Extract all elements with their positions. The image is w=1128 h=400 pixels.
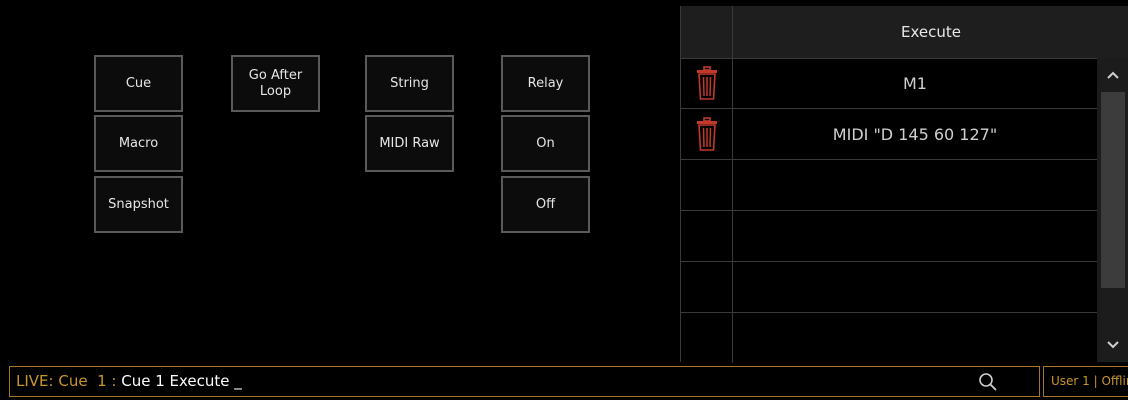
midi-raw-button[interactable]: MIDI Raw [365, 115, 454, 172]
row-command[interactable] [733, 313, 1097, 363]
off-button[interactable]: Off [501, 176, 590, 233]
empty-icon-cell [681, 313, 733, 363]
execute-column-header: Execute [901, 23, 961, 41]
macro-button[interactable]: Macro [94, 115, 183, 172]
delete-cell[interactable] [681, 109, 733, 159]
table-row[interactable] [681, 211, 1097, 262]
table-header: Execute [681, 6, 1128, 59]
trash-icon[interactable] [696, 117, 718, 151]
relay-button[interactable]: Relay [501, 55, 590, 112]
command-line-text[interactable]: LIVE: Cue 1 : Cue 1 Execute _ [16, 367, 242, 396]
cue-button[interactable]: Cue [94, 55, 183, 112]
command-line-prefix: LIVE: Cue 1 : [16, 372, 122, 390]
table-row[interactable] [681, 262, 1097, 313]
table-row[interactable] [681, 313, 1097, 364]
delete-cell[interactable] [681, 58, 733, 108]
chevron-up-icon[interactable] [1107, 71, 1119, 79]
trash-icon[interactable] [696, 66, 718, 100]
row-command[interactable] [733, 160, 1097, 210]
user-status-badge: User 1 | Offline [1043, 366, 1128, 397]
scroll-thumb[interactable] [1101, 92, 1125, 288]
table-row[interactable] [681, 160, 1097, 211]
header-icon-column [681, 6, 733, 58]
row-command[interactable] [733, 211, 1097, 261]
scrollbar[interactable] [1097, 58, 1128, 362]
table-row[interactable]: M1 [681, 58, 1097, 109]
on-button[interactable]: On [501, 115, 590, 172]
empty-icon-cell [681, 160, 733, 210]
snapshot-button[interactable]: Snapshot [94, 176, 183, 233]
empty-icon-cell [681, 211, 733, 261]
search-icon[interactable] [978, 372, 998, 392]
table-row[interactable]: MIDI "D 145 60 127" [681, 109, 1097, 160]
row-command[interactable]: MIDI "D 145 60 127" [733, 109, 1097, 159]
string-button[interactable]: String [365, 55, 454, 112]
execute-panel: Execute M1 MIDI "D 145 60 127" [680, 6, 1128, 364]
row-command[interactable] [733, 262, 1097, 312]
scroll-down-button[interactable] [1097, 328, 1128, 362]
go-after-loop-button[interactable]: Go After Loop [231, 55, 320, 112]
empty-icon-cell [681, 262, 733, 312]
command-line-entry[interactable]: Cue 1 Execute _ [121, 372, 242, 390]
row-command[interactable]: M1 [733, 58, 1097, 108]
scroll-up-button[interactable] [1097, 58, 1128, 92]
chevron-down-icon[interactable] [1107, 341, 1119, 349]
command-line[interactable]: LIVE: Cue 1 : Cue 1 Execute _ [9, 366, 1040, 397]
